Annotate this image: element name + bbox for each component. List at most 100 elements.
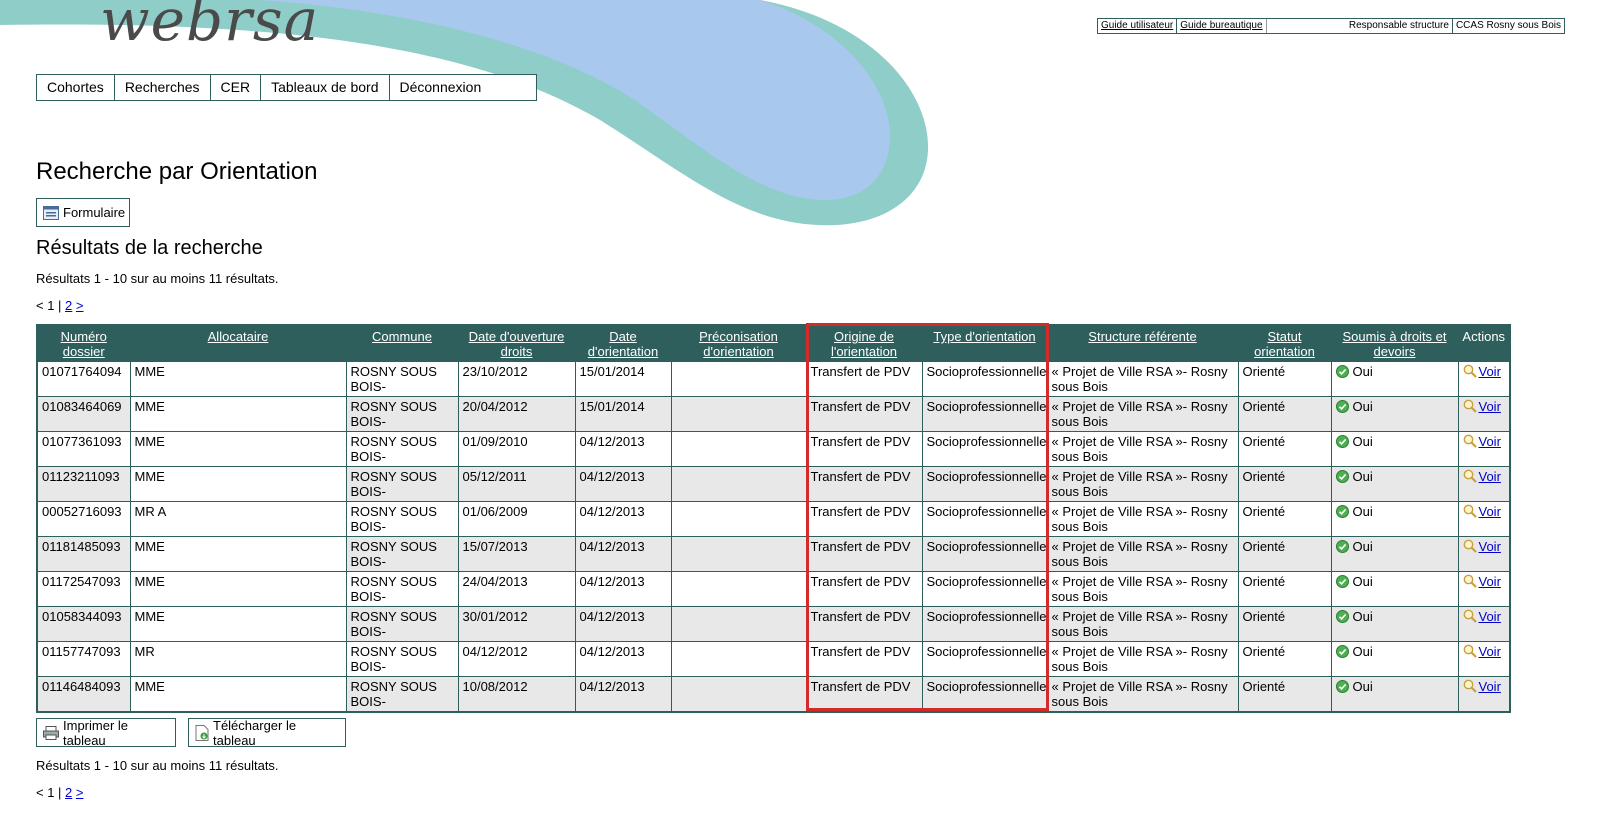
cell-commune: ROSNY SOUS BOIS-: [345, 431, 459, 467]
cell-actions: Voir: [1457, 431, 1511, 467]
voir-link[interactable]: Voir: [1479, 434, 1501, 449]
col-header-preconisation[interactable]: Préconisation d'orientation: [670, 325, 806, 362]
col-header-date-orientation[interactable]: Date d'orientation: [574, 325, 671, 362]
col-header-soumis[interactable]: Soumis à droits et devoirs: [1330, 325, 1458, 362]
magnifier-icon: [1463, 539, 1477, 553]
cell-origine: Transfert de PDV: [805, 676, 923, 713]
voir-link[interactable]: Voir: [1479, 399, 1501, 414]
cell-allocataire: MME: [129, 676, 347, 713]
guide-user-link[interactable]: Guide utilisateur: [1098, 19, 1176, 33]
cell-statut: Orienté: [1237, 536, 1332, 572]
cell-preconisation: [670, 606, 807, 642]
cell-numero: 01123211093: [36, 466, 131, 502]
soumis-value: Oui: [1352, 574, 1373, 589]
voir-link[interactable]: Voir: [1479, 574, 1501, 589]
cell-date-orientation: 04/12/2013: [574, 676, 672, 713]
soumis-value: Oui: [1352, 504, 1373, 519]
cell-allocataire: MR: [129, 641, 347, 677]
user-structure: CCAS Rosny sous Bois: [1451, 19, 1564, 33]
col-header-numero[interactable]: Numéro dossier: [36, 325, 130, 362]
cell-preconisation: [670, 361, 807, 397]
cell-structure: « Projet de Ville RSA »- Rosny sous Bois: [1046, 466, 1239, 502]
cell-date-ouverture: 01/09/2010: [457, 431, 576, 467]
table-row: 01071764094 MME ROSNY SOUS BOIS- 23/10/2012…: [36, 361, 1511, 397]
pager-next-link[interactable]: >: [76, 785, 84, 800]
cell-statut: Orienté: [1237, 396, 1332, 432]
cell-origine: Transfert de PDV: [805, 536, 923, 572]
cell-soumis: Oui: [1330, 571, 1459, 607]
pager-top: < 1 | 2 >: [36, 298, 84, 313]
menu-item-recherches[interactable]: Recherches: [115, 75, 211, 100]
menu-item-cohortes[interactable]: Cohortes: [37, 75, 115, 100]
cell-numero: 01181485093: [36, 536, 131, 572]
table-row: 01181485093 MME ROSNY SOUS BOIS- 15/07/2013…: [36, 536, 1511, 572]
menu-item-tableaux-de-bord[interactable]: Tableaux de bord: [261, 75, 390, 100]
cell-date-ouverture: 24/04/2013: [457, 571, 576, 607]
cell-preconisation: [670, 641, 807, 677]
cell-structure: « Projet de Ville RSA »- Rosny sous Bois: [1046, 606, 1239, 642]
pager-prefix: < 1 |: [36, 785, 66, 800]
cell-allocataire: MME: [129, 431, 347, 467]
form-button[interactable]: Formulaire: [36, 198, 130, 227]
menu-item-deconnexion[interactable]: Déconnexion: [390, 75, 537, 100]
cell-numero: 01077361093: [36, 431, 131, 467]
voir-link[interactable]: Voir: [1479, 469, 1501, 484]
voir-link[interactable]: Voir: [1479, 644, 1501, 659]
check-icon: [1335, 610, 1349, 623]
magnifier-icon: [1463, 469, 1477, 483]
cell-commune: ROSNY SOUS BOIS-: [345, 466, 459, 502]
cell-origine: Transfert de PDV: [805, 396, 923, 432]
cell-structure: « Projet de Ville RSA »- Rosny sous Bois: [1046, 571, 1239, 607]
print-table-button[interactable]: Imprimer le tableau: [36, 718, 176, 748]
check-icon: [1335, 470, 1349, 483]
results-table: Numéro dossier Allocataire Commune Date …: [36, 324, 1511, 713]
col-header-date-ouverture[interactable]: Date d'ouverture droits: [457, 325, 575, 362]
voir-link[interactable]: Voir: [1479, 679, 1501, 694]
main-menu: Cohortes Recherches CER Tableaux de bord…: [36, 74, 537, 101]
cell-numero: 01146484093: [36, 676, 131, 713]
cell-actions: Voir: [1457, 641, 1511, 677]
voir-link[interactable]: Voir: [1479, 609, 1501, 624]
cell-numero: 01172547093: [36, 571, 131, 607]
voir-link[interactable]: Voir: [1479, 364, 1501, 379]
pager-next-link[interactable]: >: [76, 298, 84, 313]
voir-link[interactable]: Voir: [1479, 539, 1501, 554]
soumis-value: Oui: [1352, 469, 1373, 484]
magnifier-icon: [1463, 644, 1477, 658]
magnifier-icon: [1463, 364, 1477, 378]
cell-origine: Transfert de PDV: [805, 501, 923, 537]
menu-item-cer[interactable]: CER: [211, 75, 262, 100]
soumis-value: Oui: [1352, 644, 1373, 659]
cell-actions: Voir: [1457, 536, 1511, 572]
cell-commune: ROSNY SOUS BOIS-: [345, 536, 459, 572]
cell-type: Socioprofessionnelle: [921, 641, 1048, 677]
cell-soumis: Oui: [1330, 676, 1459, 713]
col-header-type[interactable]: Type d'orientation: [921, 325, 1047, 362]
cell-date-ouverture: 23/10/2012: [457, 361, 576, 397]
voir-link[interactable]: Voir: [1479, 504, 1501, 519]
cell-date-orientation: 15/01/2014: [574, 361, 672, 397]
results-info-bottom: Résultats 1 - 10 sur au moins 11 résulta…: [36, 758, 279, 773]
download-table-button[interactable]: Télécharger le tableau: [188, 717, 346, 748]
guide-office-link[interactable]: Guide bureautique: [1176, 19, 1265, 33]
cell-numero: 01058344093: [36, 606, 131, 642]
page-title: Recherche par Orientation: [36, 158, 318, 185]
col-header-commune[interactable]: Commune: [345, 325, 458, 362]
cell-type: Socioprofessionnelle: [921, 431, 1048, 467]
col-header-allocataire[interactable]: Allocataire: [129, 325, 346, 362]
pager-page-2-link[interactable]: 2: [65, 298, 72, 313]
pager-page-2-link[interactable]: 2: [65, 785, 72, 800]
download-table-label: Télécharger le tableau: [213, 717, 297, 748]
cell-preconisation: [670, 536, 807, 572]
col-header-origine[interactable]: Origine de l'orientation: [805, 325, 922, 362]
col-header-actions: Actions: [1457, 325, 1510, 362]
col-header-statut[interactable]: Statut orientation: [1237, 325, 1331, 362]
cell-statut: Orienté: [1237, 501, 1332, 537]
col-header-structure[interactable]: Structure référente: [1046, 325, 1238, 362]
cell-date-ouverture: 05/12/2011: [457, 466, 576, 502]
cell-actions: Voir: [1457, 501, 1511, 537]
cell-preconisation: [670, 396, 807, 432]
cell-soumis: Oui: [1330, 501, 1459, 537]
cell-soumis: Oui: [1330, 466, 1459, 502]
form-button-label: Formulaire: [63, 205, 126, 220]
